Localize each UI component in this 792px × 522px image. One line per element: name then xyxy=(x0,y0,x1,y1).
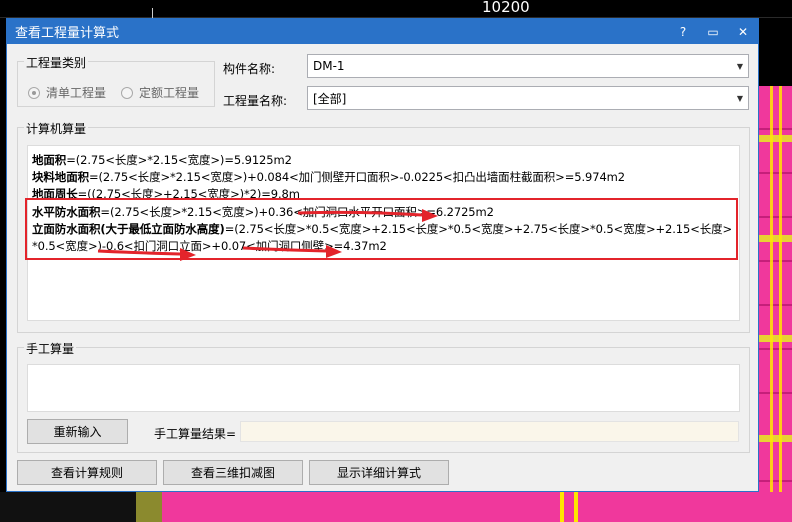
chevron-down-icon[interactable]: ▼ xyxy=(737,94,743,103)
cad-top-band xyxy=(0,0,792,18)
chevron-down-icon[interactable]: ▼ xyxy=(737,62,743,71)
component-name-label: 构件名称: xyxy=(223,62,276,76)
quantity-name-label: 工程量名称: xyxy=(223,94,288,108)
radio-bill-quantity-label: 清单工程量 xyxy=(46,86,107,100)
radio-norm-quantity-dot[interactable] xyxy=(121,86,133,99)
calc-line: 地面积=(2.75<长度>*2.15<宽度>)=5.9125m2 xyxy=(32,153,292,167)
radio-bill-quantity-dot[interactable] xyxy=(28,86,40,99)
dialog-title: 查看工程量计算式 xyxy=(15,26,120,41)
quantity-name-select[interactable]: [全部] ▼ xyxy=(307,86,749,110)
show-detail-formula-button[interactable]: 显示详细计算式 xyxy=(309,460,449,485)
cad-dark-area xyxy=(0,492,136,522)
view-3d-deduction-button[interactable]: 查看三维扣减图 xyxy=(163,460,303,485)
manual-calc-label: 手工算量 xyxy=(24,340,77,357)
radio-bill-quantity[interactable]: 清单工程量 xyxy=(28,84,106,101)
help-icon[interactable]: ? xyxy=(668,19,698,44)
close-icon[interactable]: ✕ xyxy=(728,19,758,44)
cad-column-block xyxy=(136,492,162,522)
manual-calc-textarea[interactable] xyxy=(27,364,740,412)
cad-axis-tick xyxy=(152,8,153,18)
cad-dimension-label: 10200 xyxy=(482,0,530,16)
quantity-name-value: [全部] xyxy=(313,91,347,106)
manual-result-field xyxy=(240,421,739,442)
manual-result-label: 手工算量结果= xyxy=(154,427,237,441)
reenter-button[interactable]: 重新输入 xyxy=(27,419,128,444)
cad-wall-right-edge xyxy=(770,86,782,522)
radio-norm-quantity-label: 定额工程量 xyxy=(139,86,200,100)
component-name-select[interactable]: DM-1 ▼ xyxy=(307,54,749,78)
cad-wall-bottom-edge xyxy=(560,492,578,522)
computer-calc-label: 计算机算量 xyxy=(24,120,89,137)
component-name-value: DM-1 xyxy=(313,59,345,73)
calc-line: 块料地面积=(2.75<长度>*2.15<宽度>)+0.084<加门侧壁开口面积… xyxy=(32,170,625,184)
dialog-titlebar[interactable]: 查看工程量计算式 ? ▭ ✕ xyxy=(7,19,758,44)
restore-icon[interactable]: ▭ xyxy=(698,19,728,44)
quantity-type-label: 工程量类别 xyxy=(24,54,89,71)
view-rules-button[interactable]: 查看计算规则 xyxy=(17,460,157,485)
radio-norm-quantity[interactable]: 定额工程量 xyxy=(121,84,199,101)
highlight-box xyxy=(25,198,738,260)
